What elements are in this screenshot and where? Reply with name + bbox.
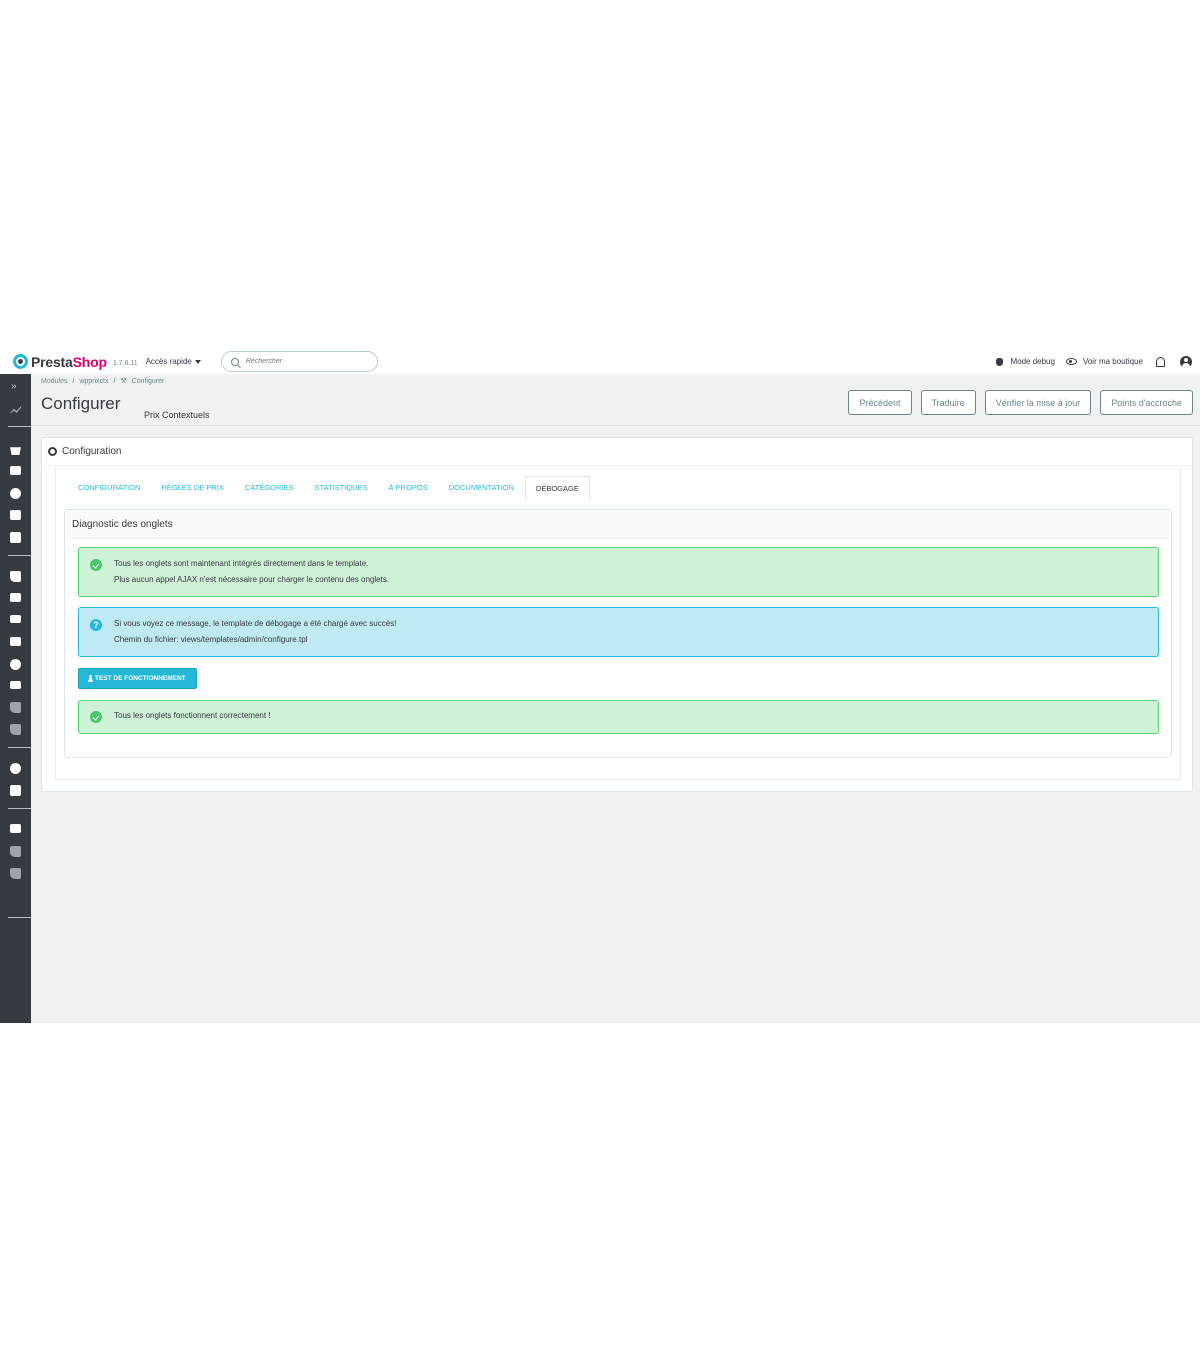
extension-icon[interactable] xyxy=(10,846,21,857)
quick-access-label: Accès rapide xyxy=(145,357,192,366)
tab-about[interactable]: À propos xyxy=(379,476,438,500)
info-alert: ? Si vous voyez ce message, le template … xyxy=(78,607,1159,657)
configuration-panel: Configuration Configuration Règles de pr… xyxy=(41,437,1193,792)
prestashop-logo-icon xyxy=(13,354,28,369)
breadcrumb-separator: / xyxy=(72,378,75,385)
tab-debug[interactable]: Débogage xyxy=(524,476,590,500)
search-icon[interactable] xyxy=(230,357,239,366)
breadcrumb-module[interactable]: wpprixctx xyxy=(79,378,108,385)
account-circle-icon[interactable] xyxy=(10,488,21,499)
panel-heading: Configuration xyxy=(42,438,1192,466)
extension-icon[interactable] xyxy=(10,702,21,713)
local-shipping-icon[interactable] xyxy=(10,615,21,623)
tune-icon[interactable] xyxy=(10,824,21,833)
result-text: Tous les onglets fonctionnent correcteme… xyxy=(114,711,271,720)
success-alert: Tous les onglets sont maintenant intégré… xyxy=(78,547,1159,597)
quick-access-dropdown[interactable]: Accès rapide xyxy=(146,357,201,366)
admin-app: PrestaShop 1.7.8.11 Accès rapide Mode de… xyxy=(0,349,1200,1023)
toolbar: Précédent Traduire Vérifier la mise à jo… xyxy=(839,390,1193,415)
debug-panel: Diagnostic des onglets Tous les onglets … xyxy=(64,509,1172,758)
test-button-label: Test de fonctionnement xyxy=(95,675,186,682)
page-title: Configurer xyxy=(41,394,121,413)
language-icon[interactable] xyxy=(10,659,21,670)
logo-text: PrestaShop xyxy=(31,353,107,370)
shopping-basket-icon[interactable] xyxy=(10,447,21,455)
sidebar-divider xyxy=(8,747,31,748)
bug-icon xyxy=(996,357,1004,366)
extension-icon[interactable] xyxy=(10,868,21,879)
view-shop-link[interactable]: Voir ma boutique xyxy=(1065,357,1143,366)
header-right: Mode debug Voir ma boutique xyxy=(985,349,1192,374)
version-label: 1.7.8.11 xyxy=(112,359,138,367)
account-icon[interactable] xyxy=(1180,355,1192,368)
eye-icon xyxy=(1065,358,1077,365)
breadcrumb-modules[interactable]: Modules xyxy=(41,378,67,385)
flask-icon xyxy=(88,675,93,682)
sidebar-divider xyxy=(8,808,31,809)
hooks-button[interactable]: Points d'accroche xyxy=(1100,390,1193,415)
sidebar-divider xyxy=(8,555,31,556)
credit-card-icon[interactable] xyxy=(10,637,21,646)
notifications-bell-icon[interactable] xyxy=(1156,356,1165,367)
panel-title: Configuration xyxy=(62,446,122,457)
prestashop-logo[interactable]: PrestaShop xyxy=(13,354,107,370)
debug-mode-label: Mode debug xyxy=(1010,357,1055,366)
search-box xyxy=(220,351,378,372)
extension-icon[interactable] xyxy=(10,571,21,582)
alert-line: Tous les onglets sont maintenant intégré… xyxy=(114,559,369,568)
settings-icon[interactable] xyxy=(10,763,21,774)
assessment-icon[interactable] xyxy=(10,532,21,543)
trending-up-icon[interactable] xyxy=(10,406,21,413)
tab-categories[interactable]: Catégories xyxy=(235,476,304,500)
check-circle-icon xyxy=(90,559,102,571)
chat-icon[interactable] xyxy=(10,510,21,520)
alert-line: Chemin du fichier: views/templates/admin… xyxy=(114,635,308,644)
alert-line: Plus aucun appel AJAX n'est nécessaire p… xyxy=(114,575,390,584)
check-update-button[interactable]: Vérifier la mise à jour xyxy=(984,390,1092,415)
tab-statistics[interactable]: Statistiques xyxy=(305,476,378,500)
debug-panel-heading: Diagnostic des onglets xyxy=(65,510,1171,539)
translate-button[interactable]: Traduire xyxy=(920,390,976,415)
check-circle-icon xyxy=(90,711,102,723)
campaign-icon[interactable] xyxy=(10,681,21,689)
tab-price-rules[interactable]: Règles de prix xyxy=(151,476,234,500)
tabs: Configuration Règles de prix Catégories … xyxy=(68,476,591,500)
wrench-icon: ⚒ xyxy=(120,378,127,385)
result-alert: Tous les onglets fonctionnent correcteme… xyxy=(78,700,1159,734)
top-header: PrestaShop 1.7.8.11 Accès rapide Mode de… xyxy=(0,349,1200,374)
view-shop-label: Voir ma boutique xyxy=(1082,357,1143,366)
test-button[interactable]: Test de fonctionnement xyxy=(78,668,197,689)
desktop-icon[interactable] xyxy=(10,593,21,602)
sidebar-divider xyxy=(8,917,31,918)
extension-icon[interactable] xyxy=(10,724,21,735)
breadcrumb: Modules / wpprixctx / ⚒ Configurer xyxy=(41,377,167,385)
sidebar-nav: » xyxy=(0,374,31,1023)
caret-down-icon xyxy=(194,359,201,364)
page-subtitle: Prix Contextuels xyxy=(144,410,210,420)
header-divider xyxy=(31,425,1200,426)
tab-content-wrapper: Configuration Règles de prix Catégories … xyxy=(55,467,1181,780)
cogs-icon xyxy=(48,447,57,456)
settings-applications-icon[interactable] xyxy=(10,785,21,796)
help-circle-icon: ? xyxy=(90,619,102,631)
previous-button[interactable]: Précédent xyxy=(848,390,912,415)
store-icon[interactable] xyxy=(10,466,21,475)
debug-mode-link[interactable]: Mode debug xyxy=(996,357,1055,366)
breadcrumb-separator: / xyxy=(113,378,116,385)
tab-documentation[interactable]: Documentation xyxy=(439,476,524,500)
sidebar-divider xyxy=(8,426,31,427)
chevrons-right-icon[interactable]: » xyxy=(11,382,22,393)
alert-line: Si vous voyez ce message, le template de… xyxy=(114,619,397,628)
tab-configuration[interactable]: Configuration xyxy=(68,476,150,500)
breadcrumb-current: Configurer xyxy=(131,378,165,385)
search-input[interactable] xyxy=(245,358,366,365)
